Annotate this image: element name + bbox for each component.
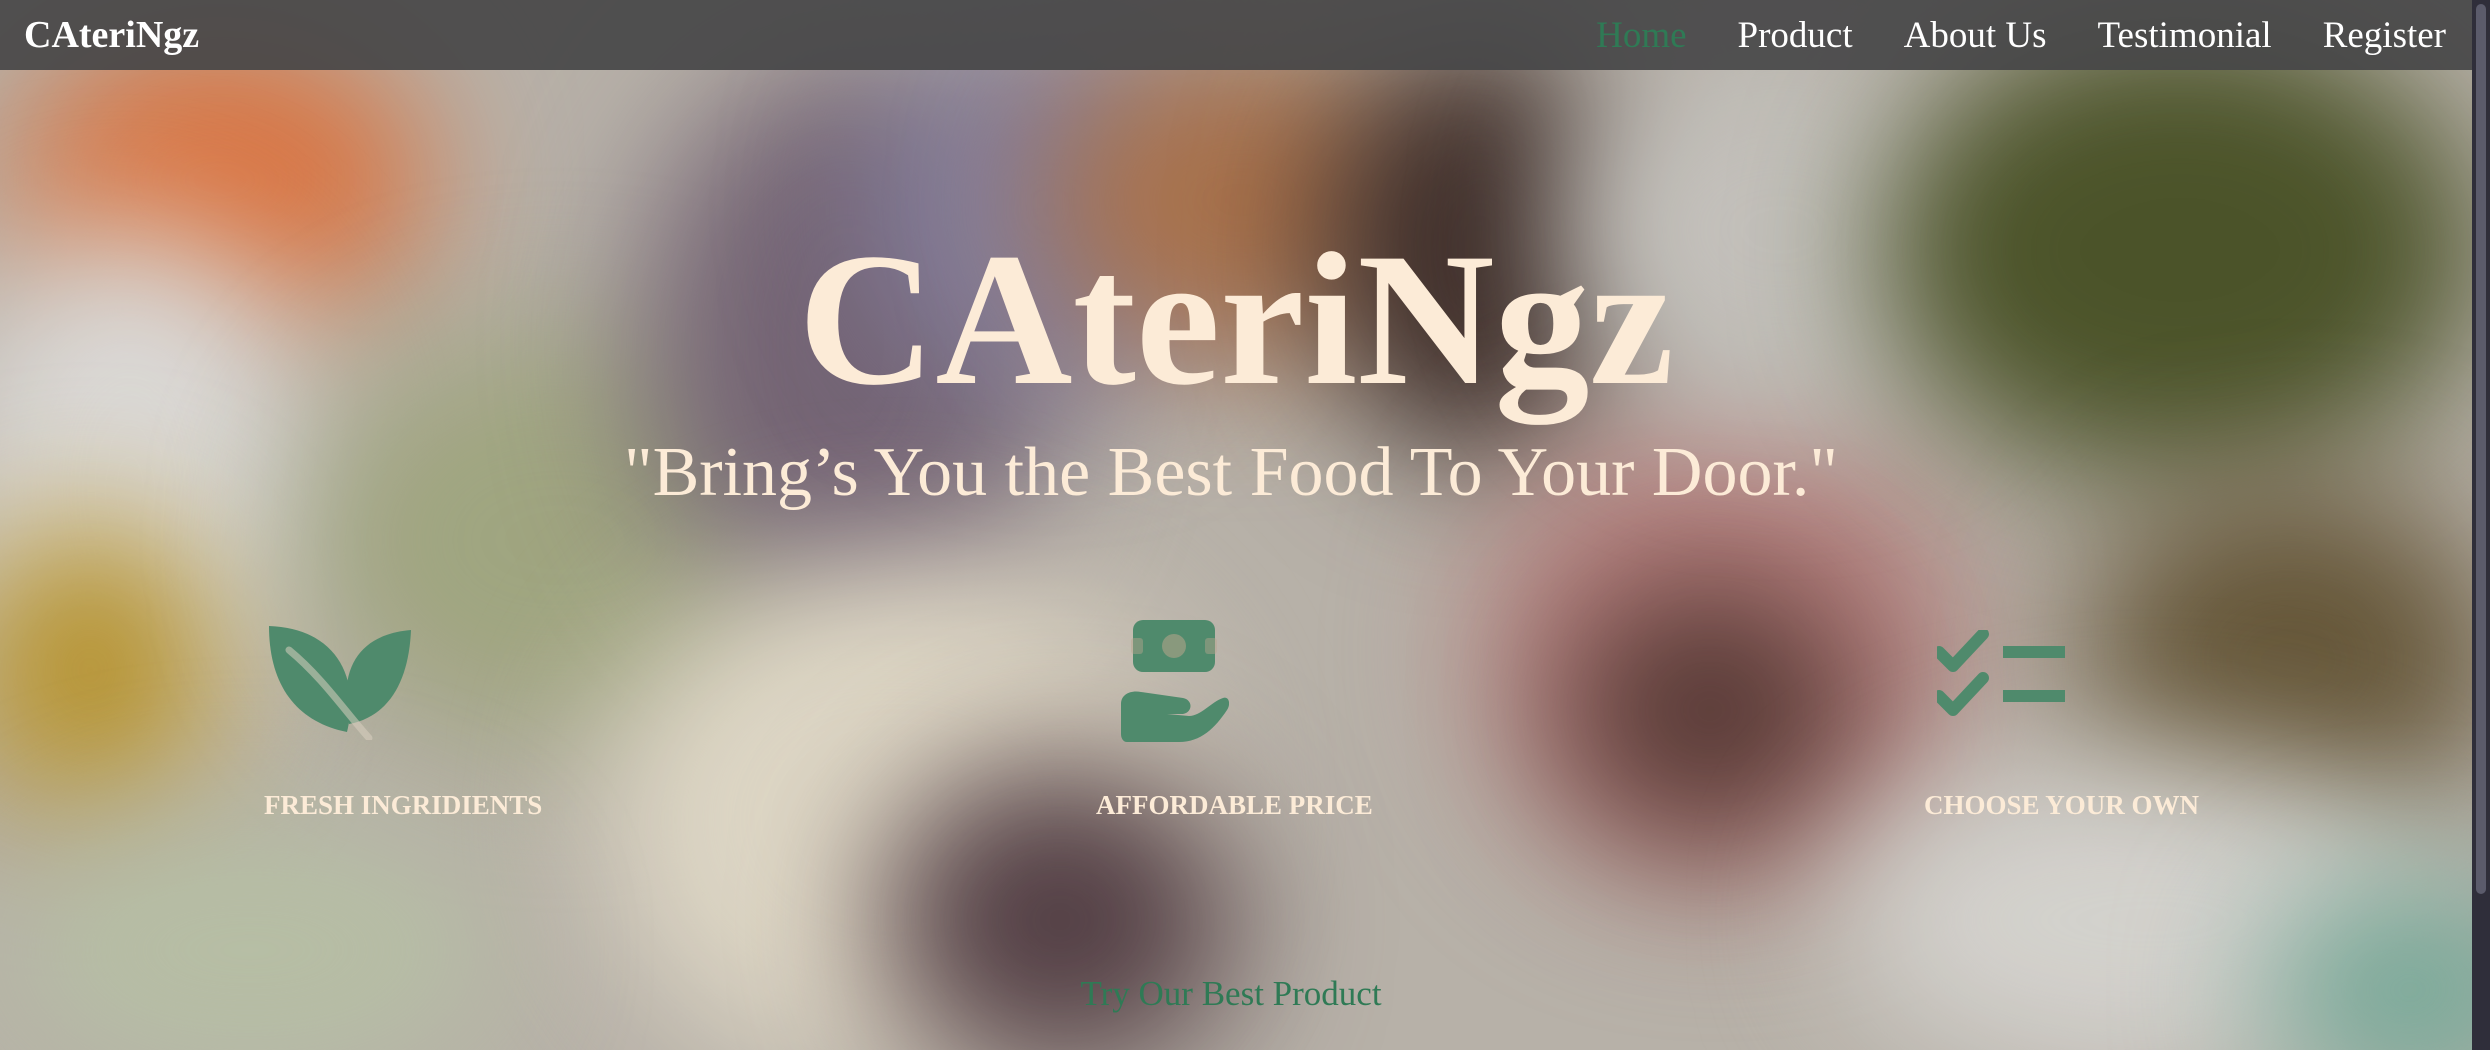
- hand-holding-money-icon: [1119, 618, 1229, 746]
- hero-background-image: [0, 0, 2490, 1050]
- leaf-icon: [263, 620, 413, 740]
- nav-links: Home Product About Us Testimonial Regist…: [1596, 14, 2446, 57]
- feature-title-choose-your-own: CHOOSE YOUR OWN: [1924, 790, 2200, 820]
- scrollbar-thumb[interactable]: [2476, 4, 2486, 894]
- nav-link-product[interactable]: Product: [1738, 14, 1853, 57]
- cta-container: Try Our Best Product: [0, 974, 2462, 1014]
- try-best-product-link[interactable]: Try Our Best Product: [1080, 974, 1381, 1013]
- feature-choose-your-own: CHOOSE YOUR OWN: [1924, 630, 2199, 820]
- nav-link-about-us[interactable]: About Us: [1904, 14, 2047, 57]
- brand-logo-link[interactable]: CAteriNgz: [24, 13, 199, 57]
- checklist-icon: [1937, 630, 2067, 730]
- feature-title-affordable-price: AFFORDABLE PRICE: [1096, 790, 1373, 820]
- hero-subtitle: "Bring’s You the Best Food To Your Door.…: [624, 434, 1838, 511]
- feature-affordable-price: AFFORDABLE PRICE: [1096, 618, 1373, 820]
- hero-title: CAteriNgz: [798, 215, 1674, 425]
- nav-link-testimonial[interactable]: Testimonial: [2098, 14, 2272, 57]
- nav-link-register[interactable]: Register: [2323, 14, 2446, 57]
- feature-title-fresh-ingredients: FRESH INGRIDIENTS: [264, 790, 543, 820]
- page-scrollbar[interactable]: [2472, 0, 2490, 1050]
- feature-fresh-ingredients: FRESH INGRIDIENTS: [263, 620, 542, 820]
- nav-link-home[interactable]: Home: [1596, 14, 1686, 57]
- top-navbar: CAteriNgz Home Product About Us Testimon…: [0, 0, 2472, 70]
